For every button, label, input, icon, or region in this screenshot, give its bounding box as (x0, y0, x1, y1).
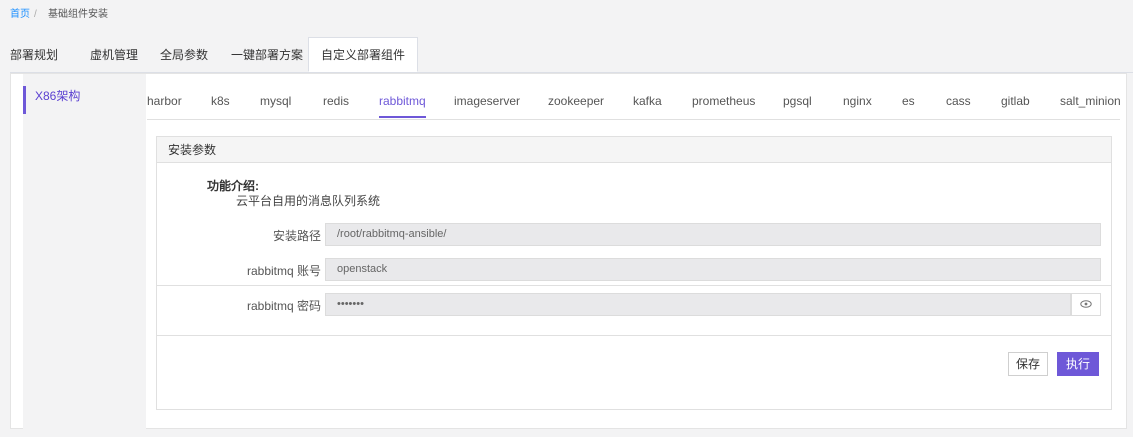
tab-pgsql[interactable]: pgsql (783, 86, 812, 116)
tab-salt-minion[interactable]: salt_minion (1060, 86, 1121, 116)
install-params-card: 安装参数 功能介绍: 云平台自用的消息队列系统 安装路径 /root/rabbi… (156, 136, 1112, 410)
tab-gitlab[interactable]: gitlab (1001, 86, 1030, 116)
tab-deploy-plan[interactable]: 部署规划 (10, 38, 58, 72)
save-button[interactable]: 保存 (1008, 352, 1048, 376)
tab-custom-components[interactable]: 自定义部署组件 (308, 37, 419, 72)
tab-prometheus[interactable]: prometheus (692, 86, 755, 116)
tab-rabbitmq[interactable]: rabbitmq (379, 86, 426, 118)
component-tab-bar: harbor k8s mysql redis rabbitmq imageser… (147, 86, 1121, 120)
tab-one-click-plan[interactable]: 一键部署方案 (231, 38, 303, 72)
rabbitmq-account-input[interactable]: openstack (325, 258, 1101, 281)
breadcrumb: 首页 / 基础组件安装 (0, 0, 1133, 30)
breadcrumb-current: 基础组件安装 (48, 9, 108, 20)
tab-global-params[interactable]: 全局参数 (160, 38, 208, 72)
execute-button[interactable]: 执行 (1057, 352, 1099, 376)
tab-kafka[interactable]: kafka (633, 86, 662, 116)
tab-vm-management[interactable]: 虚机管理 (90, 38, 138, 72)
divider (157, 335, 1111, 336)
install-path-label: 安装路径 (272, 229, 321, 243)
tab-k8s[interactable]: k8s (211, 86, 230, 116)
tab-harbor[interactable]: harbor (147, 86, 182, 116)
card-title: 安装参数 (157, 137, 1111, 163)
tab-zookeeper[interactable]: zookeeper (548, 86, 604, 116)
tab-cass[interactable]: cass (946, 86, 971, 116)
left-nav: X86架构 (23, 74, 146, 429)
top-tab-bar: 部署规划 虚机管理 全局参数 一键部署方案 自定义部署组件 (10, 37, 1133, 73)
breadcrumb-home-link[interactable]: 首页 (10, 0, 30, 30)
left-nav-item-x86[interactable]: X86架构 (23, 86, 146, 114)
divider (157, 285, 1111, 286)
rabbitmq-account-label: rabbitmq 账号 (246, 264, 321, 278)
tab-imageserver[interactable]: imageserver (454, 86, 520, 116)
content-panel: X86架构 harbor k8s mysql redis rabbitmq im… (10, 73, 1127, 429)
tab-mysql[interactable]: mysql (260, 86, 291, 116)
eye-icon[interactable] (1071, 293, 1101, 316)
install-path-input[interactable]: /root/rabbitmq-ansible/ (325, 223, 1101, 246)
intro-text: 云平台自用的消息队列系统 (236, 194, 381, 208)
tab-nginx[interactable]: nginx (843, 86, 872, 116)
breadcrumb-separator: / (34, 9, 37, 20)
rabbitmq-password-input[interactable]: ••••••• (325, 293, 1071, 316)
tab-es[interactable]: es (902, 86, 915, 116)
rabbitmq-password-label: rabbitmq 密码 (246, 299, 321, 313)
tab-redis[interactable]: redis (323, 86, 349, 116)
